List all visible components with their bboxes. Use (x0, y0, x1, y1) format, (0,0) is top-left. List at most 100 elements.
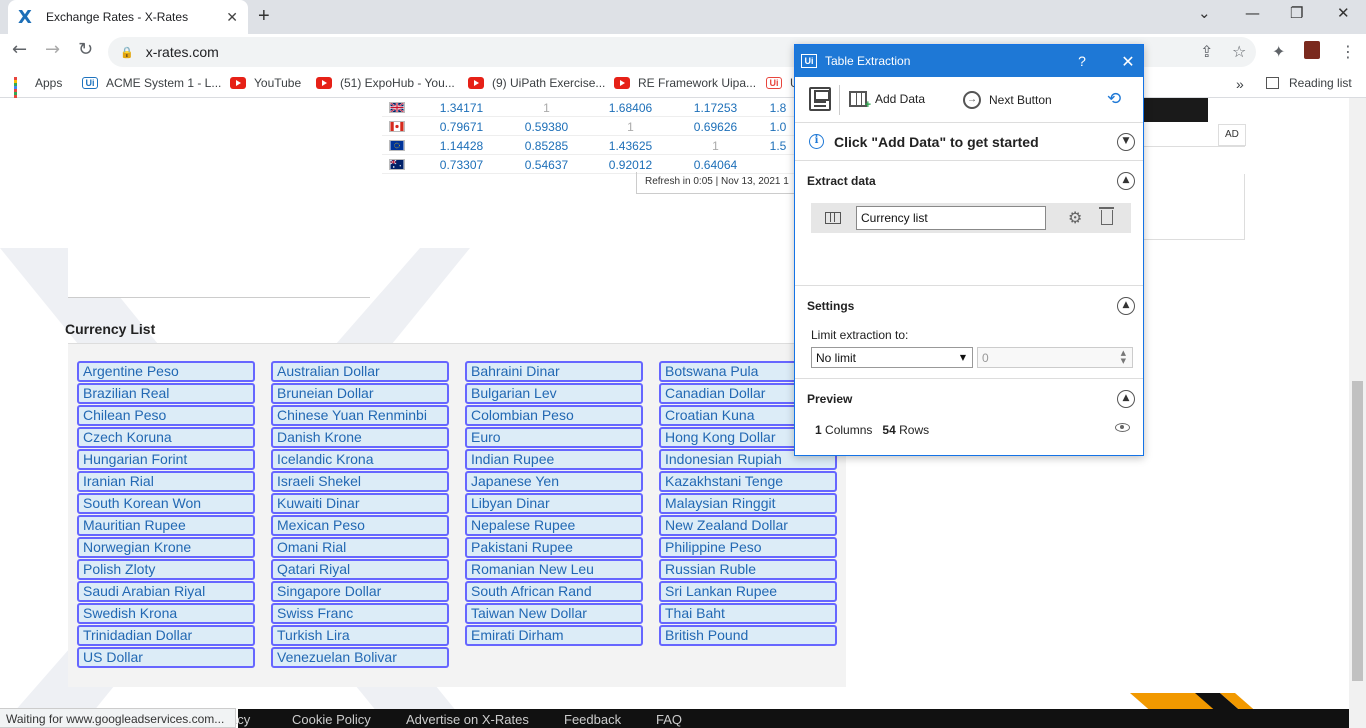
chevron-up-icon[interactable]: ▲ (1117, 390, 1135, 408)
lock-icon[interactable]: 🔒 (120, 46, 134, 59)
currency-link[interactable]: Israeli Shekel (271, 471, 449, 492)
currency-link[interactable]: Sri Lankan Rupee (659, 581, 837, 602)
forward-icon[interactable]: → (45, 39, 60, 60)
currency-link[interactable]: Iranian Rial (77, 471, 255, 492)
rate-cell[interactable]: 0.92012 (588, 158, 673, 172)
extraction-name-input[interactable] (856, 206, 1046, 230)
bookmark-expohub[interactable]: (51) ExpoHub - You... (316, 76, 455, 90)
spinner-icon[interactable]: ▲ ▼ (1121, 349, 1126, 365)
rate-cell[interactable]: 1.43625 (588, 139, 673, 153)
currency-link[interactable]: South African Rand (465, 581, 643, 602)
rate-cell[interactable]: 0.85285 (504, 139, 589, 153)
gear-icon[interactable]: ⚙ (1068, 208, 1082, 227)
limit-select[interactable]: No limit ▼ (811, 347, 973, 368)
currency-link[interactable]: Libyan Dinar (465, 493, 643, 514)
reading-list[interactable]: Reading list (1266, 76, 1352, 90)
menu-icon[interactable]: ⋮ (1340, 42, 1356, 61)
browser-tab[interactable]: X Exchange Rates - X-Rates ✕ (8, 0, 248, 34)
currency-link[interactable]: Norwegian Krone (77, 537, 255, 558)
currency-link[interactable]: Malaysian Ringgit (659, 493, 837, 514)
footer-link[interactable]: FAQ (656, 712, 682, 727)
currency-link[interactable]: Venezuelan Bolivar (271, 647, 449, 668)
currency-link[interactable]: British Pound (659, 625, 837, 646)
restore-icon[interactable]: ❐ (1290, 4, 1303, 22)
footer-link[interactable]: Feedback (564, 712, 621, 727)
close-tab-icon[interactable]: ✕ (226, 9, 238, 26)
rate-cell[interactable]: 1.14428 (419, 139, 504, 153)
currency-link[interactable]: Russian Ruble (659, 559, 837, 580)
rate-cell[interactable]: 1.8 (758, 101, 798, 115)
ad-banner[interactable] (1142, 98, 1208, 122)
dialog-titlebar[interactable]: Ui Table Extraction ? ✕ (795, 45, 1143, 77)
currency-link[interactable]: Trinidadian Dollar (77, 625, 255, 646)
currency-link[interactable]: Hungarian Forint (77, 449, 255, 470)
add-data-button[interactable]: + Add Data (849, 91, 925, 111)
currency-link[interactable]: South Korean Won (77, 493, 255, 514)
rate-cell[interactable]: 0.79671 (419, 120, 504, 134)
currency-link[interactable]: Kuwaiti Dinar (271, 493, 449, 514)
chevron-up-icon[interactable]: ▲ (1117, 297, 1135, 315)
rate-cell[interactable]: 1.5 (758, 139, 798, 153)
more-bookmarks[interactable]: » (1236, 76, 1244, 92)
currency-link[interactable]: Bulgarian Lev (465, 383, 643, 404)
save-icon[interactable] (809, 87, 831, 111)
currency-link[interactable]: US Dollar (77, 647, 255, 668)
rate-cell[interactable]: 0.64064 (673, 158, 758, 172)
currency-link[interactable]: Brazilian Real (77, 383, 255, 404)
currency-link[interactable]: Chilean Peso (77, 405, 255, 426)
bookmark-acme[interactable]: Ui ACME System 1 - L... (82, 76, 221, 90)
new-tab-icon[interactable]: + (258, 5, 270, 28)
url-text[interactable]: x-rates.com (146, 44, 219, 60)
currency-link[interactable]: Bahraini Dinar (465, 361, 643, 382)
currency-link[interactable]: Emirati Dirham (465, 625, 643, 646)
currency-link[interactable]: Romanian New Leu (465, 559, 643, 580)
bookmark-youtube[interactable]: YouTube (230, 76, 301, 90)
refresh-sync-icon[interactable]: ⟲ (1107, 89, 1129, 109)
footer-link[interactable]: Cookie Policy (292, 712, 371, 727)
currency-link[interactable]: Kazakhstani Tenge (659, 471, 837, 492)
help-button[interactable]: ? (1067, 53, 1097, 69)
currency-link[interactable]: Mexican Peso (271, 515, 449, 536)
currency-link[interactable]: Danish Krone (271, 427, 449, 448)
next-button-button[interactable]: → Next Button (963, 91, 1052, 109)
rate-cell[interactable]: 1.0 (758, 120, 798, 134)
chevron-up-icon[interactable]: ▲ (1117, 172, 1135, 190)
currency-link[interactable]: Taiwan New Dollar (465, 603, 643, 624)
currency-link[interactable]: New Zealand Dollar (659, 515, 837, 536)
currency-link[interactable]: Swedish Krona (77, 603, 255, 624)
trash-icon[interactable] (1099, 207, 1114, 225)
currency-link[interactable]: Singapore Dollar (271, 581, 449, 602)
limit-number-input[interactable]: 0 ▲ ▼ (977, 347, 1133, 368)
currency-link[interactable]: Icelandic Krona (271, 449, 449, 470)
currency-link[interactable]: Argentine Peso (77, 361, 255, 382)
footer-link[interactable]: Advertise on X-Rates (406, 712, 529, 727)
close-window-icon[interactable]: ✕ (1337, 4, 1350, 22)
currency-link[interactable]: Pakistani Rupee (465, 537, 643, 558)
rate-cell[interactable]: 1.17253 (673, 101, 758, 115)
bookmark-uipath-exercise[interactable]: (9) UiPath Exercise... (468, 76, 605, 90)
tab-search-chevron-icon[interactable]: ⌄ (1198, 4, 1211, 22)
currency-link[interactable]: Chinese Yuan Renminbi (271, 405, 449, 426)
chevron-down-icon[interactable]: ▼ (1117, 133, 1135, 151)
currency-link[interactable]: Bruneian Dollar (271, 383, 449, 404)
currency-link[interactable]: Swiss Franc (271, 603, 449, 624)
bookmark-re-framework[interactable]: RE Framework Uipa... (614, 76, 756, 90)
extensions-icon[interactable]: ✦ (1272, 42, 1285, 61)
eye-icon[interactable] (1115, 423, 1130, 432)
profile-avatar[interactable] (1304, 41, 1320, 59)
currency-link[interactable]: Saudi Arabian Riyal (77, 581, 255, 602)
currency-link[interactable]: Euro (465, 427, 643, 448)
currency-link[interactable]: Polish Zloty (77, 559, 255, 580)
currency-link[interactable]: Philippine Peso (659, 537, 837, 558)
currency-link[interactable]: Japanese Yen (465, 471, 643, 492)
rate-cell[interactable]: 0.54637 (504, 158, 589, 172)
rate-cell[interactable]: 0.69626 (673, 120, 758, 134)
currency-link[interactable]: Nepalese Rupee (465, 515, 643, 536)
currency-link[interactable]: Colombian Peso (465, 405, 643, 426)
page-scrollbar[interactable] (1349, 98, 1366, 728)
currency-link[interactable]: Thai Baht (659, 603, 837, 624)
currency-link[interactable]: Qatari Riyal (271, 559, 449, 580)
currency-link[interactable]: Czech Koruna (77, 427, 255, 448)
currency-link[interactable]: Omani Rial (271, 537, 449, 558)
close-dialog-icon[interactable]: ✕ (1113, 52, 1143, 71)
